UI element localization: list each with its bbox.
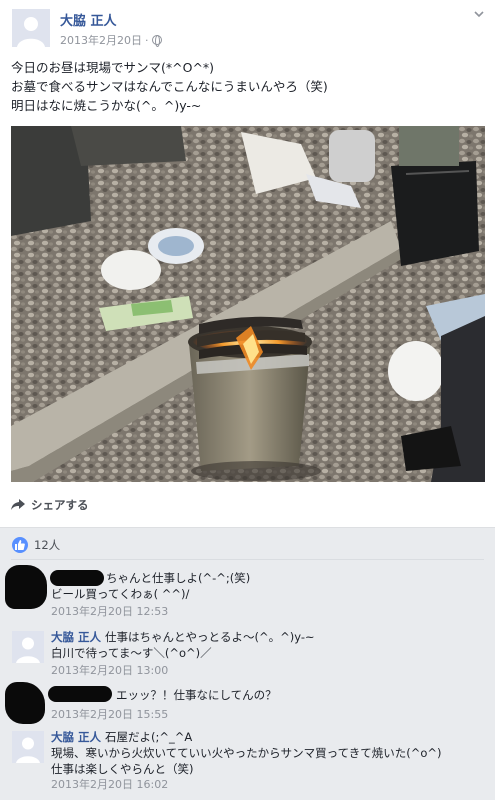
comment-text: 石屋だよ(;^_^A bbox=[105, 730, 193, 744]
comment-body: エッッ？！仕事なにしてんの？ bbox=[116, 687, 277, 703]
comment-text: ビール買ってくわぁ( ^^)/ bbox=[51, 587, 190, 601]
globe-icon[interactable] bbox=[151, 35, 162, 47]
comment-text: 現場、寒いから火炊いてていい火やったからサンマ買ってきて焼いた(^o^) bbox=[51, 746, 442, 760]
grill-photo bbox=[11, 126, 485, 482]
like-count: 12人 bbox=[34, 538, 61, 552]
avatar[interactable] bbox=[12, 631, 44, 663]
post-author[interactable]: 大脇 正人 bbox=[60, 10, 117, 29]
share-label: シェアする bbox=[31, 498, 89, 512]
comment-text: ちゃんと仕事しよ(^-^;(笑) bbox=[106, 571, 251, 585]
post-card: 大脇 正人 2013年2月20日 · 今日のお昼は現場でサンマ(*^O^*) お… bbox=[0, 0, 495, 527]
comment-text: エッッ？！仕事なにしてんの？ bbox=[116, 688, 277, 702]
post-line: 今日のお昼は現場でサンマ(*^O^*) bbox=[11, 60, 215, 75]
comment-item: 大脇 正人 石屋だよ(;^_^A 現場、寒いから火炊いてていい火やったからサンマ買… bbox=[0, 729, 495, 799]
comment-timestamp[interactable]: 2013年2月20日 16:02 bbox=[51, 777, 442, 793]
post-meta: 2013年2月20日 · bbox=[60, 32, 162, 48]
comment-author[interactable]: 大脇 正人 bbox=[51, 630, 101, 644]
default-profile-icon bbox=[12, 731, 44, 763]
default-profile-icon bbox=[12, 631, 44, 663]
comment-timestamp[interactable]: 2013年2月20日 12:53 bbox=[51, 604, 189, 620]
comment-body: 大脇 正人 石屋だよ(;^_^A 現場、寒いから火炊いてていい火やったからサンマ買… bbox=[51, 729, 442, 793]
post-photo[interactable] bbox=[11, 126, 485, 482]
redacted-avatar bbox=[5, 682, 45, 724]
comment-body: ちゃんと仕事しよ(^-^;(笑) bbox=[106, 570, 250, 586]
comment-item: 大脇 正人 仕事はちゃんとやっとるよ〜(^。^)y-~ 白川で待ってま〜す＼(^o… bbox=[0, 629, 495, 681]
divider bbox=[0, 527, 495, 528]
redacted-avatar bbox=[5, 565, 47, 609]
chevron-down-icon[interactable] bbox=[473, 8, 485, 20]
comment-text: 白川で待ってま〜す＼(^o^)／ bbox=[51, 646, 212, 660]
post-timestamp[interactable]: 2013年2月20日 bbox=[60, 32, 142, 48]
like-count-row[interactable]: 12人 bbox=[12, 537, 60, 553]
divider bbox=[11, 559, 484, 560]
post-line: 明日はなに焼こうかな(^。^)y-~ bbox=[11, 98, 202, 113]
comment-item: エッッ？！仕事なにしてんの？ 2013年2月20日 15:55 bbox=[0, 682, 495, 724]
thumbs-up-icon bbox=[12, 537, 28, 553]
share-arrow-icon bbox=[11, 499, 25, 510]
comment-text: 仕事は楽しくやらんと（笑) bbox=[51, 762, 194, 776]
comment-timestamp[interactable]: 2013年2月20日 15:55 bbox=[51, 707, 168, 723]
redacted-name bbox=[50, 570, 104, 586]
comment-text: 仕事はちゃんとやっとるよ〜(^。^)y-~ bbox=[105, 630, 315, 644]
comment-timestamp[interactable]: 2013年2月20日 13:00 bbox=[51, 663, 315, 679]
separator-dot: · bbox=[145, 33, 149, 47]
avatar[interactable] bbox=[12, 9, 50, 47]
post-text: 今日のお昼は現場でサンマ(*^O^*) お墓で食べるサンマはなんでこんなにうまい… bbox=[11, 58, 328, 115]
comment-body: 2013年2月20日 15:55 bbox=[51, 705, 168, 723]
redacted-name bbox=[48, 686, 112, 702]
default-profile-icon bbox=[12, 9, 50, 47]
avatar[interactable] bbox=[12, 731, 44, 763]
post-line: お墓で食べるサンマはなんでこんなにうまいんやろ（笑) bbox=[11, 79, 328, 94]
comment-item: ちゃんと仕事しよ(^-^;(笑) ビール買ってくわぁ( ^^)/ 2013年2月… bbox=[0, 565, 495, 623]
comment-body: ビール買ってくわぁ( ^^)/ 2013年2月20日 12:53 bbox=[51, 586, 189, 620]
comment-body: 大脇 正人 仕事はちゃんとやっとるよ〜(^。^)y-~ 白川で待ってま〜す＼(^o… bbox=[51, 629, 315, 679]
share-button[interactable]: シェアする bbox=[11, 497, 89, 513]
comment-author[interactable]: 大脇 正人 bbox=[51, 730, 101, 744]
